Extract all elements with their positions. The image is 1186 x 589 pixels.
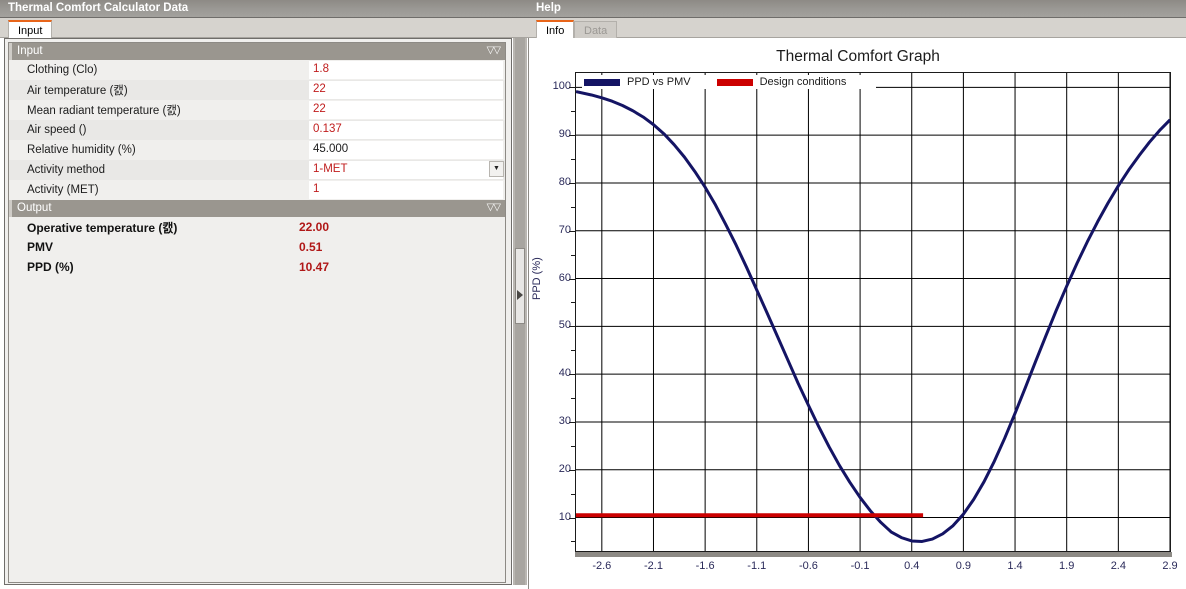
y-tick-label: 80 bbox=[558, 175, 571, 188]
right-tab-strip: Info Data bbox=[528, 18, 1186, 38]
x-tick-label: 0.9 bbox=[955, 560, 972, 572]
section-header-input[interactable]: Input ▽▽ bbox=[9, 43, 505, 60]
output-row-ppd: PPD (%) 10.47 bbox=[9, 257, 505, 277]
output-row-pmv: PMV 0.51 bbox=[9, 237, 505, 257]
x-tick-label: -1.6 bbox=[695, 560, 715, 572]
legend-item-design-conditions: Design conditions bbox=[716, 76, 847, 88]
field-value-clothing[interactable]: 1.8 bbox=[309, 61, 503, 79]
x-tick-label: -2.6 bbox=[592, 560, 612, 572]
tab-input-label: Input bbox=[18, 25, 43, 37]
help-panel-title-bar: Help bbox=[528, 0, 1186, 18]
field-row-air-temperature[interactable]: Air temperature (캜) 22 bbox=[9, 80, 505, 100]
x-tick-label: -2.1 bbox=[643, 560, 663, 572]
thermal-comfort-graph-panel: Thermal Comfort Graph PPD (%) PMV 102030… bbox=[528, 38, 1186, 589]
output-row-operative-temperature: Operative temperature (캜) 22.00 bbox=[9, 217, 505, 237]
field-label-activity-met: Activity (MET) bbox=[27, 184, 99, 196]
output-label-operative-temperature: Operative temperature (캜) bbox=[27, 220, 178, 235]
field-label-air-temperature: Air temperature (캜) bbox=[27, 85, 128, 97]
help-panel-title: Help bbox=[536, 2, 561, 14]
x-tick-label: 1.4 bbox=[1007, 560, 1023, 572]
chart-legend: PPD vs PMV Design conditions bbox=[582, 75, 877, 89]
thermal-comfort-calculator-window: Thermal Comfort Calculator Data Help Inp… bbox=[0, 0, 1186, 589]
x-tick-label: 0.4 bbox=[904, 560, 920, 572]
x-tick-label: -0.1 bbox=[850, 560, 870, 572]
output-label-ppd: PPD (%) bbox=[27, 260, 74, 274]
field-value-activity-method[interactable]: 1-MET bbox=[309, 161, 503, 179]
chevron-down-icon[interactable]: ▼ bbox=[489, 161, 504, 177]
output-label-pmv: PMV bbox=[27, 240, 54, 254]
output-value-ppd: 10.47 bbox=[299, 260, 330, 274]
chart-plot-area: PPD vs PMV Design conditions bbox=[575, 72, 1172, 552]
field-row-relative-humidity[interactable]: Relative humidity (%) 45.000 bbox=[9, 140, 505, 160]
field-value-activity-met[interactable]: 1 bbox=[309, 181, 503, 199]
section-header-output-label: Output bbox=[17, 202, 52, 214]
property-grid: Input ▽▽ Clothing (Clo) 1.8 Air temperat… bbox=[8, 42, 506, 583]
x-tick-label: 2.9 bbox=[1162, 560, 1178, 572]
x-tick-label: 1.9 bbox=[1059, 560, 1075, 572]
x-tick-label: -1.1 bbox=[747, 560, 767, 572]
input-output-panel: Input ▽▽ Clothing (Clo) 1.8 Air temperat… bbox=[4, 38, 512, 585]
field-label-air-speed: Air speed () bbox=[27, 124, 87, 136]
left-panel-title: Thermal Comfort Calculator Data bbox=[8, 2, 189, 14]
field-value-air-temperature[interactable]: 22 bbox=[309, 81, 503, 99]
chart-title: Thermal Comfort Graph bbox=[776, 48, 940, 65]
panel-splitter[interactable] bbox=[513, 38, 527, 585]
tab-data-label: Data bbox=[584, 25, 608, 37]
output-value-pmv: 0.51 bbox=[299, 240, 323, 254]
y-tick-label: 10 bbox=[558, 510, 571, 523]
tab-input[interactable]: Input bbox=[8, 20, 53, 38]
y-tick-label: 90 bbox=[558, 128, 571, 141]
chart-axis-shadow bbox=[575, 552, 1172, 557]
left-tab-strip: Input bbox=[0, 18, 528, 38]
field-label-activity-method: Activity method bbox=[27, 164, 105, 176]
legend-label-ppd-vs-pmv: PPD vs PMV bbox=[627, 76, 691, 88]
x-tick-label: 2.4 bbox=[1110, 560, 1126, 572]
legend-item-ppd-vs-pmv: PPD vs PMV bbox=[584, 76, 691, 88]
collapse-arrow-icon[interactable] bbox=[517, 290, 523, 300]
section-header-input-label: Input bbox=[17, 45, 43, 57]
legend-swatch-ppd-vs-pmv bbox=[584, 78, 620, 86]
y-tick-label: 60 bbox=[558, 271, 571, 284]
field-row-activity-met[interactable]: Activity (MET) 1 bbox=[9, 180, 505, 200]
x-tick-label: -0.6 bbox=[798, 560, 818, 572]
y-tick-label: 20 bbox=[558, 462, 571, 475]
field-row-clothing[interactable]: Clothing (Clo) 1.8 bbox=[9, 60, 505, 80]
tab-info-label: Info bbox=[546, 25, 565, 37]
field-label-relative-humidity: Relative humidity (%) bbox=[27, 144, 136, 156]
y-tick-label: 40 bbox=[558, 367, 571, 380]
field-value-air-speed[interactable]: 0.137 bbox=[309, 121, 503, 139]
chart-svg bbox=[575, 73, 1172, 551]
splitter-thumb[interactable] bbox=[515, 248, 525, 324]
legend-label-design-conditions: Design conditions bbox=[759, 76, 847, 88]
field-row-mean-radiant-temperature[interactable]: Mean radiant temperature (캜) 22 bbox=[9, 100, 505, 120]
field-value-relative-humidity[interactable]: 45.000 bbox=[309, 141, 503, 159]
section-header-output[interactable]: Output ▽▽ bbox=[9, 200, 505, 217]
y-tick-label: 100 bbox=[552, 80, 571, 93]
y-tick-label: 70 bbox=[558, 223, 571, 236]
tab-data[interactable]: Data bbox=[574, 21, 618, 38]
y-tick-label: 30 bbox=[558, 414, 571, 427]
chevron-double-down-icon[interactable]: ▽▽ bbox=[487, 44, 501, 58]
output-value-operative-temperature: 22.00 bbox=[299, 220, 330, 234]
y-tick-label: 50 bbox=[558, 319, 571, 332]
legend-swatch-design-conditions bbox=[716, 78, 753, 86]
field-label-mean-radiant-temperature: Mean radiant temperature (캜) bbox=[27, 105, 181, 117]
left-panel-title-bar: Thermal Comfort Calculator Data bbox=[0, 0, 528, 18]
field-label-clothing: Clothing (Clo) bbox=[27, 64, 98, 76]
tab-info[interactable]: Info bbox=[536, 20, 575, 38]
field-row-activity-method[interactable]: Activity method 1-MET ▼ bbox=[9, 160, 505, 180]
chevron-double-down-icon[interactable]: ▽▽ bbox=[487, 201, 501, 215]
field-row-air-speed[interactable]: Air speed () 0.137 bbox=[9, 120, 505, 140]
field-value-mean-radiant-temperature[interactable]: 22 bbox=[309, 101, 503, 119]
